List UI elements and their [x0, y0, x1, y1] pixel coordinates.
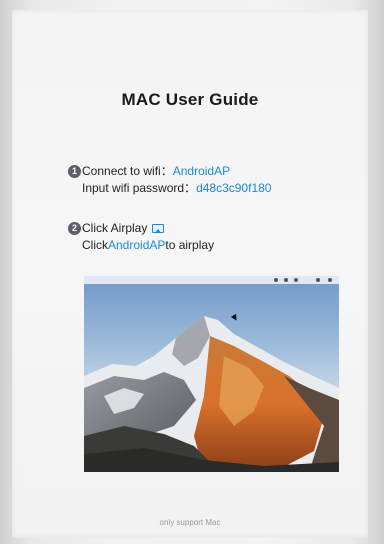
airplay-label: Click Airplay	[82, 221, 148, 235]
device-frame: MAC User Guide 1 Connect to wifi：Android…	[0, 0, 384, 544]
wifi-name-row: Connect to wifi：AndroidAP	[82, 163, 271, 180]
mac-desktop-screenshot	[84, 276, 339, 472]
guide-screen: MAC User Guide 1 Connect to wifi：Android…	[12, 10, 368, 538]
step-airplay: 2 Click Airplay ClickAndroidAPto airplay	[68, 220, 214, 254]
mac-menu-bar	[84, 276, 339, 284]
wifi-menu-icon	[274, 278, 278, 282]
wifi-password-label: Input wifi password：	[82, 181, 197, 195]
wifi-password: d48c3c90f180	[196, 181, 272, 195]
support-note: only support Mac	[159, 518, 221, 527]
airplay-target-row: ClickAndroidAPto airplay	[82, 237, 214, 254]
step-connect-wifi: 1 Connect to wifi：AndroidAP Input wifi p…	[68, 163, 271, 197]
airplay-icon	[152, 224, 165, 233]
wifi-label: Connect to wifi：	[82, 164, 173, 178]
airplay-prefix: Click	[82, 238, 108, 252]
wifi-password-row: Input wifi password：d48c3c90f180	[82, 180, 271, 197]
volume-menu-icon	[284, 278, 288, 282]
menu-list-icon	[328, 278, 332, 282]
airplay-row: Click Airplay	[82, 220, 214, 237]
step-2-badge: 2	[68, 222, 81, 235]
bluetooth-menu-icon	[294, 278, 298, 282]
mountain-wallpaper	[84, 276, 339, 472]
search-menu-icon	[316, 278, 320, 282]
page-title: MAC User Guide	[121, 90, 259, 109]
step-1-badge: 1	[68, 165, 81, 178]
wifi-name: AndroidAP	[172, 164, 231, 178]
airplay-target: AndroidAP	[108, 238, 166, 252]
airplay-suffix: to airplay	[165, 238, 215, 252]
